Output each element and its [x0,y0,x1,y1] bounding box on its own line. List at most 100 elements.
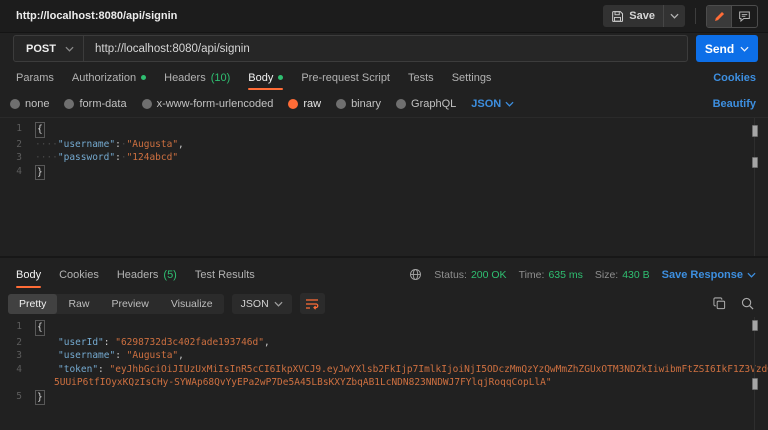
comments-button[interactable] [732,6,757,27]
body-type-graphql[interactable]: GraphQL [396,98,456,110]
response-tab-headers-label: Headers [117,269,159,281]
view-preview[interactable]: Preview [100,294,159,314]
beautify-link[interactable]: Beautify [713,98,756,110]
time-value: 635 ms [548,269,582,281]
open-brace: { [35,122,45,138]
chevron-down-icon[interactable] [740,46,749,52]
indent [35,336,58,350]
request-tabs: Params Authorization Headers (10) Body P… [0,64,768,91]
tab-pre-request-label: Pre-request Script [301,72,390,84]
line-number: 5 [0,390,22,406]
view-pretty[interactable]: Pretty [8,294,57,314]
request-response-splitter[interactable] [0,256,768,258]
request-title: http://localhost:8080/api/signin [16,10,603,22]
response-viewer-scrollbar-mark[interactable] [752,378,758,390]
tab-settings[interactable]: Settings [452,64,492,91]
tab-params[interactable]: Params [16,64,54,91]
punctuation: , [178,349,184,363]
network-globe-icon[interactable] [409,268,422,281]
indent [35,363,58,377]
response-tab-body[interactable]: Body [16,260,41,289]
fold-gutter [22,376,35,390]
view-raw[interactable]: Raw [57,294,100,314]
json-token-value-line1: "eyJhbGciOiJIUzUxMiIsInR5cCI6IkpXVCJ9.ey… [110,363,768,377]
tab-pre-request-script[interactable]: Pre-request Script [301,64,390,91]
tab-tests[interactable]: Tests [408,64,434,91]
view-visualize[interactable]: Visualize [160,294,224,314]
fold-gutter[interactable] [22,363,35,377]
tab-authorization[interactable]: Authorization [72,64,146,91]
open-brace: { [35,320,45,336]
fold-gutter[interactable] [22,349,35,363]
radio-icon [336,99,346,109]
code-line: 4} [0,165,768,181]
raw-format-label: JSON [471,98,501,110]
headers-count-badge: (10) [211,72,231,84]
tab-body[interactable]: Body [248,64,283,91]
response-tab-headers[interactable]: Headers (5) [117,260,177,289]
wrap-text-button[interactable] [300,293,325,314]
tab-settings-label: Settings [452,72,492,84]
close-brace: } [35,390,45,406]
response-tab-cookies[interactable]: Cookies [59,260,99,289]
chevron-down-icon [65,46,74,52]
request-editor-scrollbar-thumb[interactable] [752,125,758,137]
request-editor-scrollbar-mark[interactable] [752,157,758,168]
json-string-value: "Augusta" [127,349,178,363]
line-number: 4 [0,165,22,181]
cookies-link[interactable]: Cookies [713,72,756,84]
topbar-separator [695,8,696,24]
whitespace-dots: ···· [35,151,58,165]
response-view-toolbar: Pretty Raw Preview Visualize JSON [0,292,768,315]
line-number: 4 [0,363,22,377]
json-key: "token" [58,363,98,377]
send-button[interactable]: Send [696,35,758,62]
request-title-bar: http://localhost:8080/api/signin Save [0,0,768,33]
save-options-button[interactable] [663,5,685,27]
code-line: 2····"username":·"Augusta", [0,138,768,152]
fold-gutter[interactable] [22,138,35,152]
body-type-urlencoded[interactable]: x-www-form-urlencoded [142,98,274,110]
url-input[interactable]: http://localhost:8080/api/signin [84,36,261,61]
line-number: 1 [0,320,22,336]
fold-gutter[interactable] [22,390,35,406]
response-format-select[interactable]: JSON [232,294,292,314]
body-type-none[interactable]: none [10,98,49,110]
fold-gutter[interactable] [22,151,35,165]
body-type-binary[interactable]: binary [336,98,381,110]
body-type-raw[interactable]: raw [288,98,321,110]
save-button-main[interactable]: Save [603,10,663,23]
body-status-dot [278,75,283,80]
edit-documentation-button[interactable] [707,6,732,27]
response-tab-test-results[interactable]: Test Results [195,260,255,289]
body-type-form-data[interactable]: form-data [64,98,126,110]
save-response-button[interactable]: Save Response [662,269,756,281]
method-select[interactable]: POST [14,36,84,61]
save-response-label: Save Response [662,269,743,281]
response-viewer-scrollbar-thumb[interactable] [752,320,758,331]
radio-icon [396,99,406,109]
close-brace: } [35,165,45,181]
save-button[interactable]: Save [603,5,685,27]
tab-tests-label: Tests [408,72,434,84]
fold-gutter[interactable] [22,336,35,350]
request-body-editor[interactable]: 1{ 2····"username":·"Augusta", 3····"pas… [0,117,768,256]
scrollbar-track [754,118,755,256]
body-type-form-data-label: form-data [79,98,126,110]
fold-gutter[interactable] [22,320,35,336]
size-value: 430 B [622,269,649,281]
body-type-graphql-label: GraphQL [411,98,456,110]
code-line: 3"username": "Augusta", [0,349,768,363]
copy-response-icon[interactable] [713,297,726,310]
fold-gutter[interactable] [22,165,35,181]
search-response-icon[interactable] [741,297,754,310]
fold-gutter[interactable] [22,122,35,138]
raw-format-select[interactable]: JSON [471,98,514,110]
json-string-value: "124abcd" [127,151,178,165]
tab-headers[interactable]: Headers (10) [164,64,230,91]
status-value: 200 OK [471,269,507,281]
size-badge: Size: 430 B [595,269,650,281]
scrollbar-track [754,317,755,430]
size-label: Size: [595,269,618,281]
tab-authorization-label: Authorization [72,72,136,84]
